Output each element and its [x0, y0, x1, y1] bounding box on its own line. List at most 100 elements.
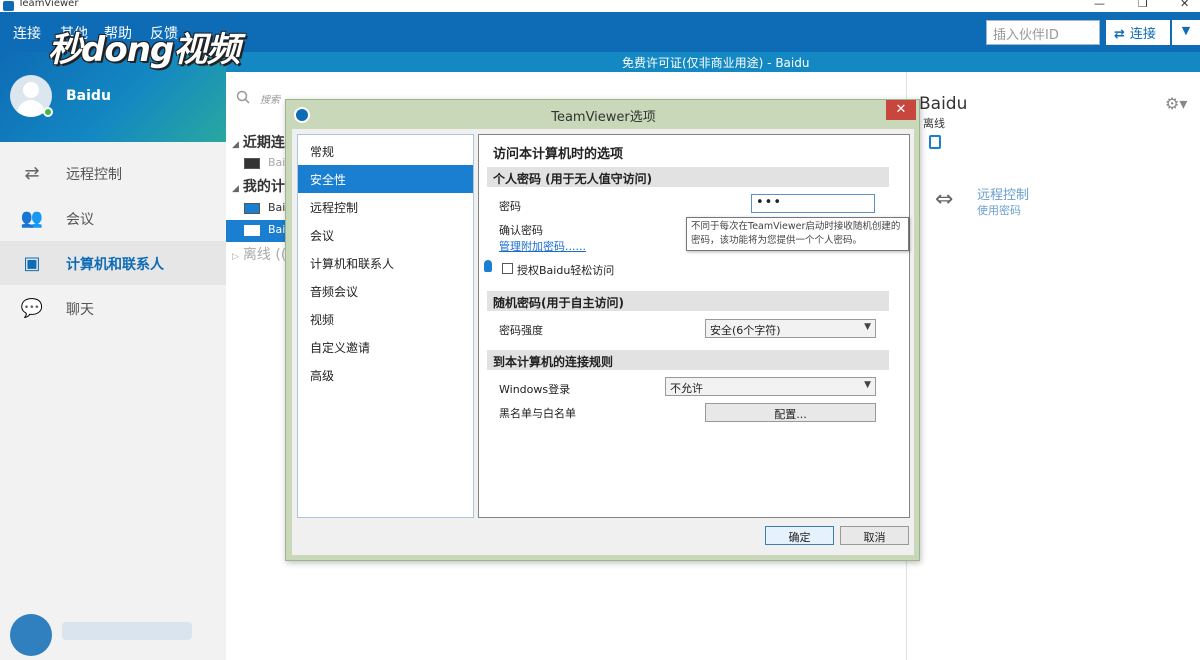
contacts-search-input[interactable]: 搜索	[260, 91, 280, 106]
watermark-logo: 秒dong视频	[48, 30, 240, 70]
group-icon: 👥	[20, 208, 44, 229]
category-meeting[interactable]: 会议	[298, 221, 473, 249]
contact-row-selected[interactable]: Bai	[226, 220, 286, 242]
contact-row[interactable]: Bai	[226, 198, 286, 220]
nav-remote-control[interactable]: ⇄ 远程控制	[0, 151, 226, 195]
nav-label: 会议	[66, 212, 94, 228]
contact-name: Bai	[268, 156, 286, 169]
contact-row[interactable]: Bai	[226, 153, 286, 175]
app-title: TeamViewer	[18, 0, 79, 9]
blacklist-whitelist-label: 黑名单与白名单	[499, 407, 576, 420]
password-label: 密码	[499, 200, 521, 213]
window-titlebar: TeamViewer — ❐ ✕	[0, 0, 1200, 12]
category-security[interactable]: 安全性	[298, 165, 473, 193]
nav-meeting[interactable]: 👥 会议	[0, 196, 226, 240]
select-value: 安全(6个字符)	[710, 324, 781, 337]
maximize-button[interactable]: ❐	[1138, 0, 1148, 10]
options-dialog: TeamViewer选项 ✕ 常规 安全性 远程控制 会议 计算机和联系人 音频…	[285, 99, 920, 561]
password-strength-label: 密码强度	[499, 324, 543, 337]
configure-button[interactable]: 配置...	[705, 403, 876, 422]
profile-name: Baidu	[66, 88, 111, 104]
use-password-link[interactable]: 使用密码	[977, 202, 1021, 218]
search-icon	[236, 90, 250, 104]
monitor-icon	[244, 158, 260, 169]
connect-dropdown-button[interactable]: ▼	[1172, 20, 1200, 45]
close-icon: ✕	[895, 102, 907, 117]
confirm-password-label: 确认密码	[499, 224, 543, 237]
settings-title: 访问本计算机时的选项	[493, 147, 624, 162]
avatar-head-icon	[23, 82, 39, 98]
collapse-triangle-icon: ◢	[232, 140, 239, 150]
windows-login-select[interactable]: 不允许 ▼	[665, 377, 876, 396]
online-status-dot	[43, 107, 53, 117]
monitor-icon	[244, 225, 260, 236]
cancel-button[interactable]: 取消	[840, 526, 909, 545]
teamviewer-badge-icon	[10, 614, 52, 656]
gear-icon[interactable]: ⚙▾	[1165, 94, 1187, 113]
category-advanced[interactable]: 高级	[298, 361, 473, 389]
section-personal-password: 个人密码 (用于无人值守访问)	[487, 167, 889, 187]
nav-computers-contacts[interactable]: ▣ 计算机和联系人	[0, 241, 226, 285]
chevron-down-icon: ▼	[864, 380, 871, 390]
remote-control-link[interactable]: 远程控制	[977, 184, 1029, 203]
easy-access-label: 授权Baidu轻松访问	[517, 264, 615, 277]
nav-label: 计算机和联系人	[66, 257, 164, 273]
category-general[interactable]: 常规	[298, 137, 473, 165]
windows-login-label: Windows登录	[499, 383, 571, 396]
section-connection-rules: 到本计算机的连接规则	[487, 350, 889, 370]
copy-icon[interactable]	[929, 135, 941, 149]
contacts-icon: ▣	[23, 253, 41, 274]
left-sidebar: Baidu ⇄ 远程控制 👥 会议 ▣ 计算机和联系人 💬 聊天	[0, 52, 226, 660]
group-recent[interactable]: ◢ 近期连	[232, 132, 285, 152]
contact-name: Bai	[268, 223, 286, 236]
password-input[interactable]: •••	[751, 194, 875, 213]
password-strength-select[interactable]: 安全(6个字符) ▼	[705, 319, 876, 338]
easy-access-checkbox[interactable]	[502, 263, 513, 274]
category-audio-conference[interactable]: 音频会议	[298, 277, 473, 305]
minimize-button[interactable]: —	[1094, 0, 1105, 10]
group-label: 我的计	[242, 179, 285, 195]
category-custom-invitation[interactable]: 自定义邀请	[298, 333, 473, 361]
category-computers-contacts[interactable]: 计算机和联系人	[298, 249, 473, 277]
group-label: 近期连	[242, 135, 285, 151]
monitor-icon	[244, 203, 260, 214]
manage-passwords-link[interactable]: 管理附加密码......	[499, 238, 586, 254]
password-tooltip: 不同于每次在TeamViewer启动时接收随机创建的密码，该功能将为您提供一个个…	[686, 217, 909, 251]
connect-button[interactable]: ⇄ 连接	[1106, 20, 1170, 45]
category-video[interactable]: 视频	[298, 305, 473, 333]
chat-icon: 💬	[20, 298, 44, 319]
contact-details-panel: Baidu 离线 ⚙▾ ⇔ 远程控制 使用密码	[906, 72, 1200, 660]
group-my-computers[interactable]: ◢ 我的计	[232, 176, 285, 196]
group-offline[interactable]: ▷ 离线 ((	[232, 244, 286, 264]
blurred-text	[62, 622, 192, 640]
section-random-password: 随机密码(用于自主访问)	[487, 291, 889, 311]
lightbulb-icon	[484, 260, 492, 272]
close-window-button[interactable]: ✕	[1180, 0, 1189, 10]
license-banner: 免费许可证(仅非商业用途) - Baidu	[226, 52, 1200, 72]
chevron-down-icon: ▼	[864, 322, 871, 332]
ok-button[interactable]: 确定	[765, 526, 834, 545]
sidebar-footer-blurred	[10, 614, 210, 660]
select-value: 不允许	[670, 382, 703, 395]
expand-triangle-icon: ▷	[232, 252, 239, 262]
menu-connection[interactable]: 连接	[13, 23, 41, 43]
category-list: 常规 安全性 远程控制 会议 计算机和联系人 音频会议 视频 自定义邀请 高级	[297, 134, 474, 518]
connect-label: 连接	[1129, 27, 1156, 42]
nav-label: 远程控制	[66, 167, 122, 183]
dialog-body: 常规 安全性 远程控制 会议 计算机和联系人 音频会议 视频 自定义邀请 高级 …	[292, 129, 914, 555]
group-label: 离线 ((	[242, 247, 287, 263]
category-remote-control[interactable]: 远程控制	[298, 193, 473, 221]
avatar-body-icon	[17, 100, 45, 117]
collapse-triangle-icon: ◢	[232, 184, 239, 194]
dialog-close-button[interactable]: ✕	[886, 100, 916, 120]
contact-name: Bai	[268, 201, 286, 214]
remote-control-arrows-icon[interactable]: ⇔	[935, 187, 953, 212]
chevron-down-icon: ▼	[1181, 24, 1191, 37]
contact-detail-name: Baidu	[919, 94, 968, 114]
arrows-icon: ⇄	[24, 163, 40, 184]
partner-id-input[interactable]: 插入伙伴ID	[986, 20, 1100, 45]
contact-detail-status: 离线	[923, 117, 945, 130]
license-text: 免费许可证(仅非商业用途) - Baidu	[622, 56, 810, 70]
nav-chat[interactable]: 💬 聊天	[0, 286, 226, 330]
teamviewer-logo-icon	[3, 1, 14, 11]
